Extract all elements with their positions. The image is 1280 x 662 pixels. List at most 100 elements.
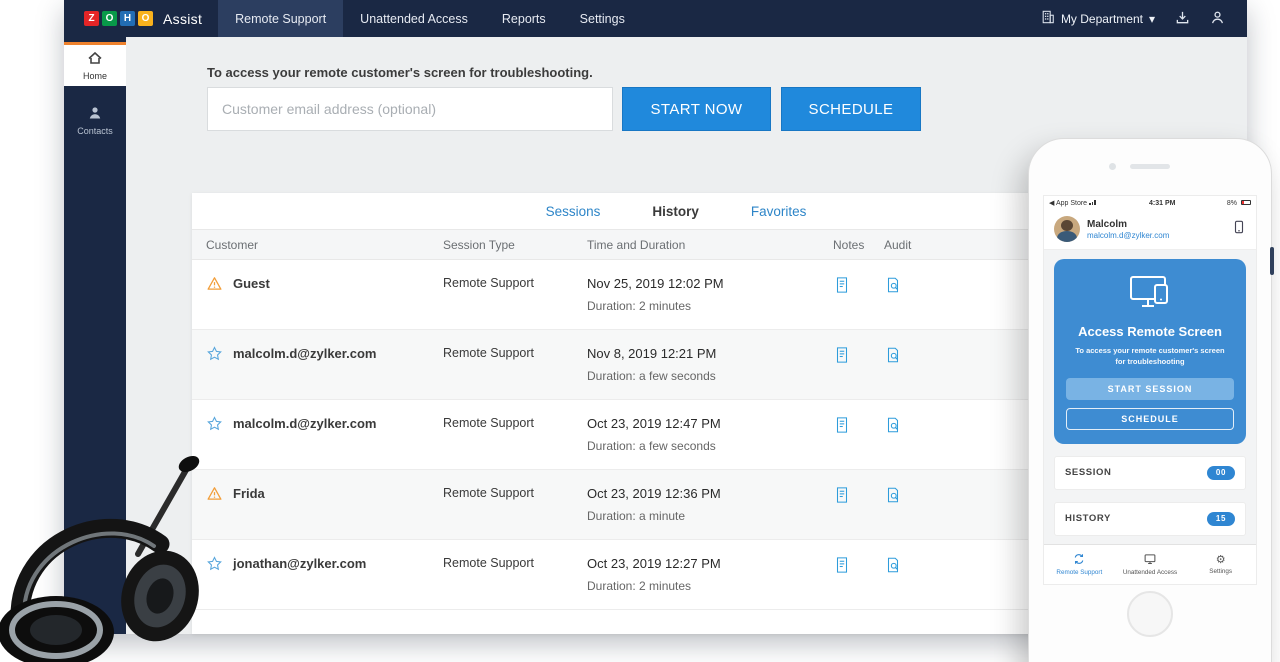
home-icon (87, 50, 103, 68)
session-time: Nov 8, 2019 12:21 PM (587, 346, 833, 361)
schedule-button[interactable]: SCHEDULE (781, 87, 921, 131)
favorite-star-icon[interactable] (206, 555, 223, 575)
phone-tab-remote-support[interactable]: Remote Support (1044, 545, 1115, 584)
tab-favorites[interactable]: Favorites (725, 193, 833, 229)
tab-sessions[interactable]: Sessions (520, 193, 627, 229)
warning-icon (206, 485, 223, 505)
start-now-button[interactable]: START NOW (622, 87, 771, 131)
sidebar-item-contacts[interactable]: Contacts (64, 98, 126, 142)
start-session-button[interactable]: START SESSION (1066, 378, 1234, 400)
phone-profile[interactable]: Malcolm malcolm.d@zylker.com (1044, 210, 1256, 250)
sidebar-item-label: Contacts (77, 126, 113, 136)
building-icon (1041, 10, 1055, 27)
zoho-logo-letter: O (138, 11, 153, 26)
download-button[interactable] (1175, 10, 1190, 28)
counter-label: HISTORY (1065, 513, 1111, 524)
nav-settings[interactable]: Settings (563, 0, 642, 37)
phone-tabbar: Remote Support Unattended Access ⚙ Setti… (1044, 544, 1256, 584)
phone-tab-settings[interactable]: ⚙ Settings (1185, 545, 1256, 584)
phone-screen: ◀ App Store 4:31 PM 8% Malcolm malcolm.d… (1043, 195, 1257, 585)
session-type: Remote Support (443, 346, 587, 385)
history-counter[interactable]: HISTORY 15 (1054, 502, 1246, 536)
download-icon (1175, 10, 1190, 28)
session-time: Nov 25, 2019 12:02 PM (587, 276, 833, 291)
session-duration: Duration: 2 minutes (587, 299, 833, 313)
notes-icon[interactable] (833, 416, 884, 455)
remote-screen-icon (1127, 296, 1173, 313)
session-counter[interactable]: SESSION 00 (1054, 456, 1246, 490)
phone-statusbar: ◀ App Store 4:31 PM 8% (1044, 196, 1256, 210)
battery-percent: 8% (1227, 200, 1237, 207)
table-header: Customer Session Type Time and Duration … (192, 230, 1160, 260)
table-row[interactable]: malcolm.d@zylker.com Remote Support Oct … (192, 400, 1160, 470)
notes-icon[interactable] (833, 486, 884, 525)
session-tabs: Sessions History Favorites (192, 193, 1160, 230)
card-subtitle: To access your remote customer's screen … (1072, 345, 1228, 368)
tab-history[interactable]: History (626, 193, 725, 229)
sidebar-item-home[interactable]: Home (64, 42, 126, 86)
intro-text: To access your remote customer's screen … (207, 65, 593, 80)
back-to-app-store: ◀ App Store (1049, 200, 1087, 207)
account-button[interactable] (1210, 10, 1225, 28)
session-time: Oct 23, 2019 12:27 PM (587, 556, 833, 571)
access-remote-screen-card: Access Remote Screen To access your remo… (1054, 259, 1246, 444)
sidebar-item-label: Home (83, 71, 107, 81)
top-navbar: Z O H O Assist Remote Support Unattended… (64, 0, 1247, 37)
table-row[interactable]: Frida Remote Support Oct 23, 2019 12:36 … (192, 470, 1160, 540)
nav-remote-support[interactable]: Remote Support (218, 0, 343, 37)
warning-icon (206, 275, 223, 295)
profile-email: malcolm.d@zylker.com (1087, 231, 1169, 240)
col-customer: Customer (206, 238, 443, 252)
customer-name: jonathan@zylker.com (233, 556, 366, 571)
favorite-star-icon[interactable] (206, 345, 223, 365)
left-sidebar: Home Contacts (64, 37, 126, 634)
notes-icon[interactable] (833, 556, 884, 595)
phone-tab-label: Settings (1209, 568, 1232, 575)
counter-badge: 00 (1207, 466, 1235, 480)
card-title: Access Remote Screen (1066, 324, 1234, 339)
profile-name: Malcolm (1087, 219, 1169, 230)
counter-badge: 15 (1207, 512, 1235, 526)
phone-speaker (1130, 164, 1170, 169)
notes-icon[interactable] (833, 276, 884, 315)
session-type: Remote Support (443, 556, 587, 595)
nav-unattended-access[interactable]: Unattended Access (343, 0, 485, 37)
signal-icon (1089, 200, 1096, 205)
phone-home-button[interactable] (1127, 591, 1173, 637)
sessions-panel: Sessions History Favorites Customer Sess… (192, 193, 1160, 634)
phone-tab-label: Unattended Access (1123, 569, 1177, 576)
notes-icon[interactable] (833, 346, 884, 385)
session-type: Remote Support (443, 276, 587, 315)
col-session-type: Session Type (443, 238, 587, 252)
customer-email-input[interactable] (207, 87, 613, 131)
session-duration: Duration: a few seconds (587, 439, 833, 453)
user-icon (1210, 10, 1225, 28)
table-row[interactable]: Guest Remote Support Nov 25, 2019 12:02 … (192, 260, 1160, 330)
session-type: Remote Support (443, 416, 587, 455)
nav-reports[interactable]: Reports (485, 0, 563, 37)
gear-icon: ⚙ (1216, 555, 1226, 566)
main-nav: Remote Support Unattended Access Reports… (218, 0, 642, 37)
table-row[interactable]: malcolm.d@zylker.com Remote Support Nov … (192, 330, 1160, 400)
phone-tab-label: Remote Support (1056, 569, 1102, 576)
avatar (1054, 216, 1080, 242)
phone-side-button (1270, 247, 1274, 275)
phone-tab-unattended-access[interactable]: Unattended Access (1115, 545, 1186, 584)
customer-name: Guest (233, 276, 270, 291)
remote-support-icon (1073, 553, 1085, 567)
table-row[interactable]: jonathan@zylker.com Remote Support Oct 2… (192, 540, 1160, 610)
session-duration: Duration: a minute (587, 509, 833, 523)
phone-schedule-button[interactable]: SCHEDULE (1066, 408, 1234, 430)
zoho-logo-letter: Z (84, 11, 99, 26)
favorite-star-icon[interactable] (206, 415, 223, 435)
session-duration: Duration: a few seconds (587, 369, 833, 383)
counter-label: SESSION (1065, 467, 1111, 478)
session-type: Remote Support (443, 486, 587, 525)
topbar-right: My Department ▾ (1041, 0, 1247, 37)
battery-icon (1241, 200, 1251, 205)
department-selector[interactable]: My Department ▾ (1041, 10, 1155, 27)
col-time-duration: Time and Duration (587, 238, 833, 252)
zoho-assist-logo[interactable]: Z O H O Assist (64, 0, 218, 37)
statusbar-left: ◀ App Store (1049, 199, 1098, 207)
device-icon[interactable] (1232, 220, 1246, 239)
